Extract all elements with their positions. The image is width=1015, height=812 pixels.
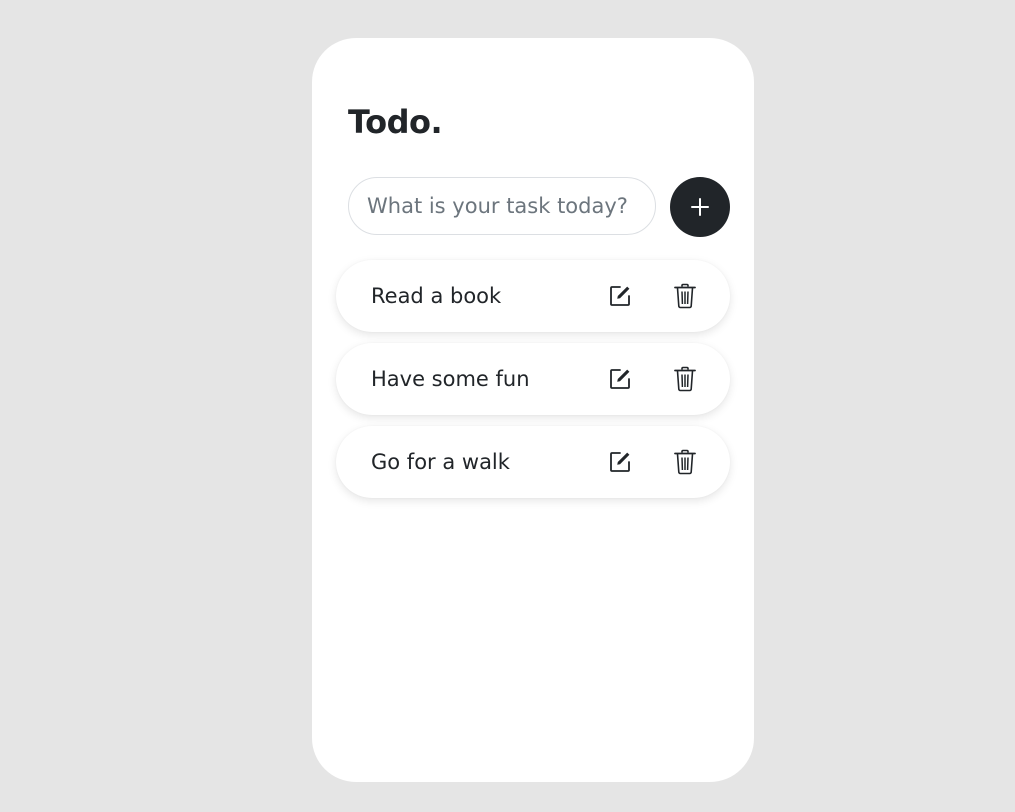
- todo-item: Read a book: [336, 260, 730, 332]
- edit-button[interactable]: [606, 448, 634, 476]
- edit-icon: [610, 369, 630, 389]
- edit-button[interactable]: [606, 282, 634, 310]
- trash-icon: [674, 283, 696, 309]
- edit-icon: [610, 286, 630, 306]
- trash-icon: [674, 449, 696, 475]
- plus-icon: [691, 198, 709, 216]
- todo-label[interactable]: Go for a walk: [371, 450, 510, 474]
- new-task-input[interactable]: [348, 177, 656, 235]
- todo-label[interactable]: Have some fun: [371, 367, 530, 391]
- edit-icon: [610, 452, 630, 472]
- delete-button[interactable]: [671, 282, 699, 310]
- delete-button[interactable]: [671, 365, 699, 393]
- trash-icon: [674, 366, 696, 392]
- todo-card: Todo. Read a book: [312, 38, 754, 782]
- edit-button[interactable]: [606, 365, 634, 393]
- page-title: Todo.: [348, 103, 443, 141]
- todo-label[interactable]: Read a book: [371, 284, 501, 308]
- todo-item: Go for a walk: [336, 426, 730, 498]
- add-task-button[interactable]: [670, 177, 730, 237]
- todo-item: Have some fun: [336, 343, 730, 415]
- todo-list: Read a book Have some fun Go for a walk: [336, 260, 730, 509]
- delete-button[interactable]: [671, 448, 699, 476]
